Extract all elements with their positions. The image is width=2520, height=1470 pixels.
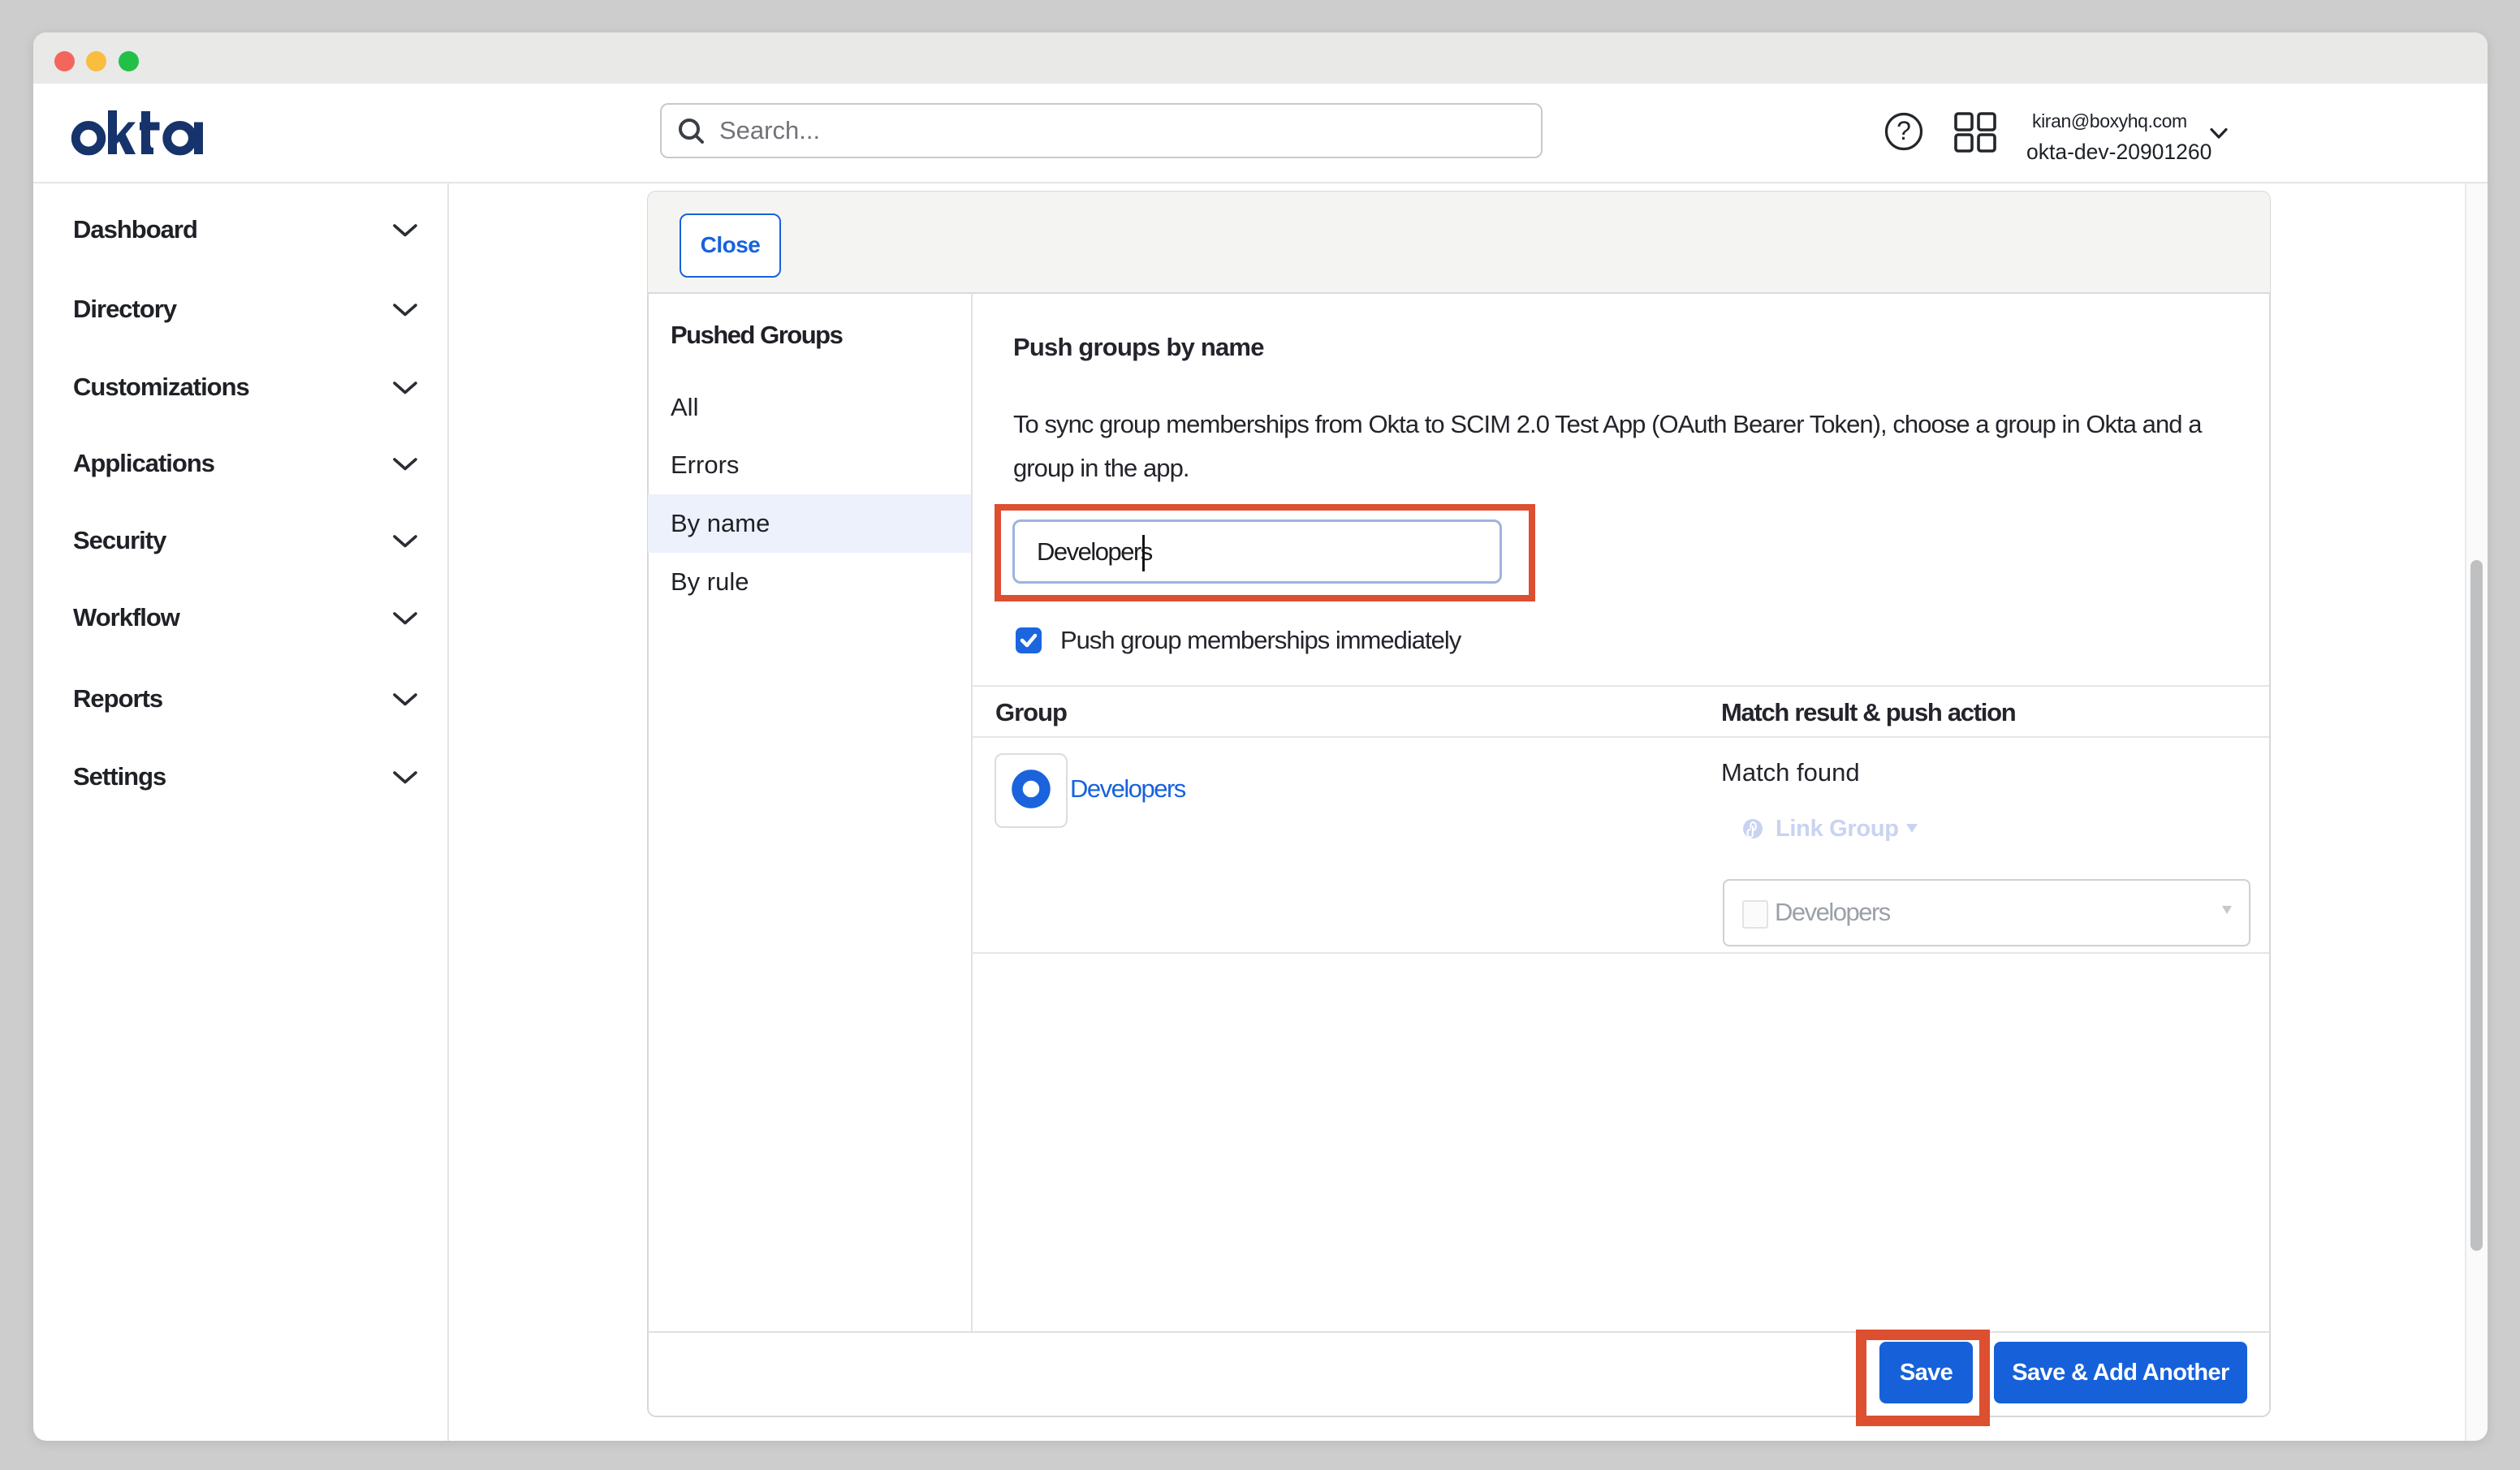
svg-text:?: ? bbox=[1896, 116, 1911, 145]
